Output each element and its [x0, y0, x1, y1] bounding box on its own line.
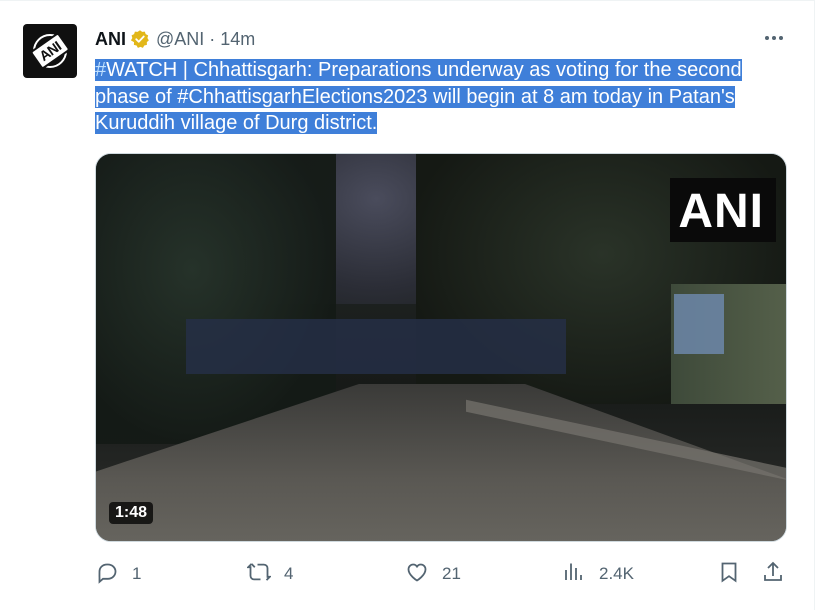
video-duration-badge: 1:48 [109, 502, 154, 524]
share-button[interactable] [761, 561, 785, 587]
ani-watermark: ANI [670, 178, 776, 242]
repost-button[interactable]: 4 [246, 560, 294, 589]
like-count: 21 [442, 564, 461, 583]
tweet-text: #WATCH | Chhattisgarh: Preparations unde… [95, 57, 785, 137]
repost-icon [246, 560, 272, 589]
views-count: 2.4K [599, 564, 634, 583]
heart-icon [405, 560, 429, 589]
reply-count: 1 [132, 564, 142, 583]
share-icon [761, 560, 785, 589]
author-name[interactable]: ANI [95, 29, 126, 50]
more-options-icon[interactable] [762, 29, 786, 47]
repost-count: 4 [284, 564, 294, 583]
video-trees-left [96, 154, 336, 444]
tweet-time[interactable]: 14m [220, 29, 255, 50]
tweet-card[interactable]: ANI ANI @ANI · 14m #WATCH | Chhattisgarh… [0, 0, 815, 610]
hashtag-watch-symbol[interactable]: # [95, 59, 106, 81]
verified-badge-icon [130, 29, 150, 49]
views-chart-icon [562, 560, 586, 589]
video-player[interactable]: ANI 1:48 [95, 153, 787, 542]
avatar[interactable]: ANI [23, 24, 77, 78]
bookmark-button[interactable] [717, 561, 741, 587]
reply-button[interactable]: 1 [95, 561, 141, 587]
video-building [186, 319, 566, 374]
hashtag-elections[interactable]: #ChhattisgarhElections2023 [177, 86, 427, 108]
views-button[interactable]: 2.4K [562, 561, 634, 587]
tweet-header: ANI @ANI · 14m [95, 27, 255, 51]
bookmark-icon [717, 560, 741, 589]
separator-dot: · [209, 28, 216, 49]
video-poster [674, 294, 724, 354]
action-bar: 1 4 21 2.4K [95, 561, 787, 587]
reply-icon [95, 560, 119, 589]
avatar-logo-text: ANI [29, 32, 71, 70]
author-handle[interactable]: @ANI [156, 29, 204, 50]
like-button[interactable]: 21 [405, 561, 461, 587]
